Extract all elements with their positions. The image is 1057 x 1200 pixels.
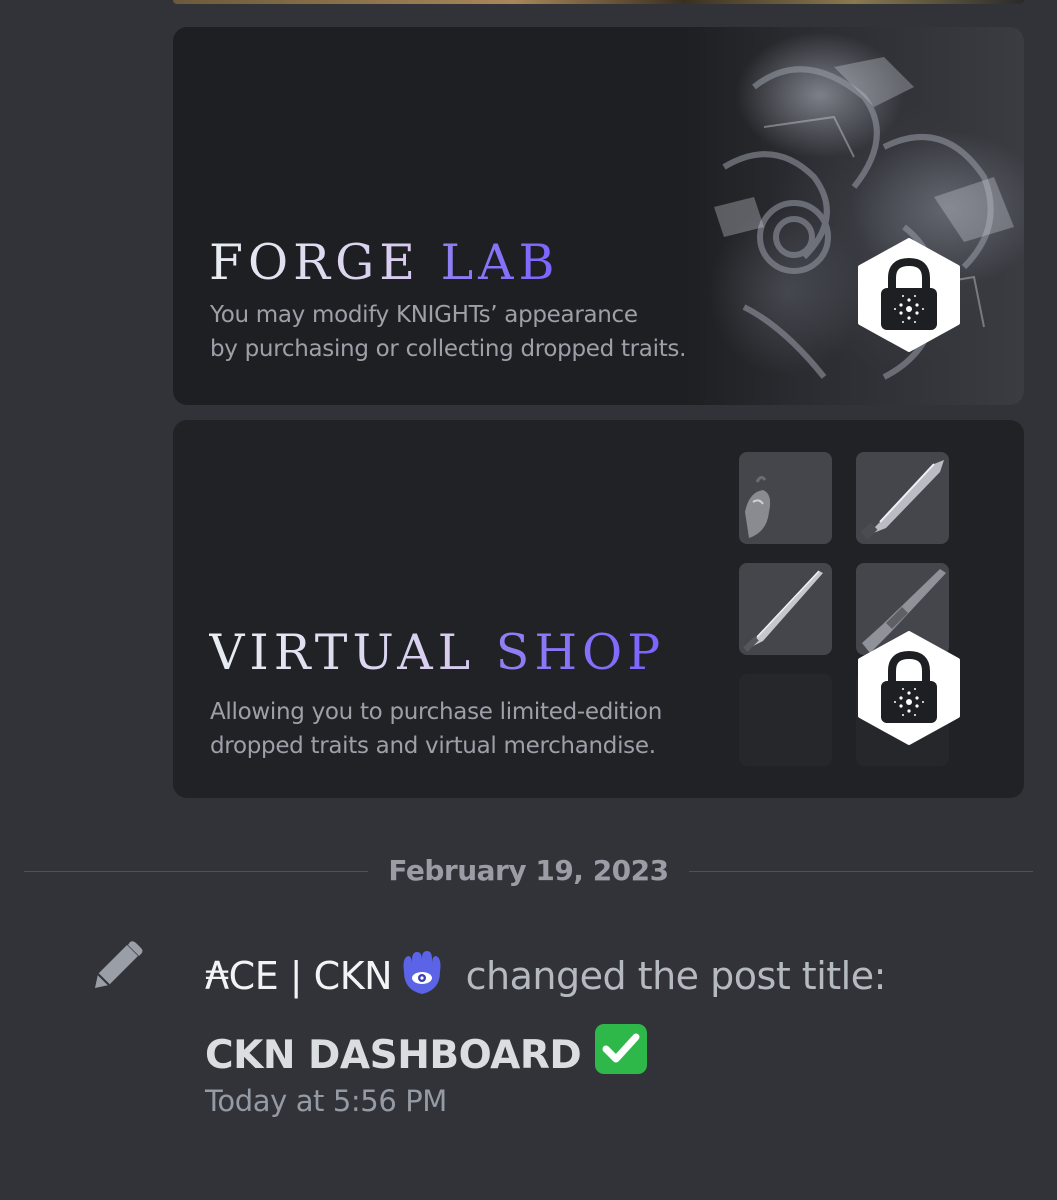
card-description-line2: dropped traits and virtual merchandise.: [210, 733, 656, 759]
virtual-shop-card[interactable]: VIRTUAL SHOP Allowing you to purchase li…: [173, 420, 1024, 798]
card-title-part2: LAB: [440, 234, 560, 291]
date-divider-line: [689, 871, 1033, 872]
trait-slot-helmet: [739, 452, 832, 544]
card-description-line1: You may modify KNIGHTs’ appearance: [210, 302, 638, 328]
card-description: You may modify KNIGHTs’ appearance by pur…: [210, 298, 686, 366]
hamsa-icon: [396, 950, 448, 1007]
card-title-part2: SHOP: [495, 624, 666, 681]
lock-icon: [857, 238, 961, 352]
new-post-title-text: CKN DASHBOARD: [205, 1033, 582, 1078]
knight-armor-artwork: [684, 27, 1024, 405]
previous-card-edge: [173, 0, 1024, 4]
date-divider: February 19, 2023: [388, 854, 669, 887]
trait-slot-empty: [739, 674, 832, 766]
trait-slot-sword: [739, 563, 832, 655]
username[interactable]: ₳CE | CKN: [205, 954, 393, 998]
trait-slot-blade: [856, 452, 949, 544]
card-description-line2: by purchasing or collecting dropped trai…: [210, 336, 687, 362]
new-post-title: CKN DASHBOARD: [205, 1022, 649, 1090]
date-divider-line: [24, 871, 368, 872]
card-title-part1: VIRTUAL: [209, 624, 476, 681]
card-title: VIRTUAL SHOP: [209, 628, 665, 677]
action-text: changed the post title:: [465, 954, 887, 998]
timestamp: Today at 5:56 PM: [205, 1084, 447, 1118]
check-mark-button-icon: [593, 1022, 649, 1090]
card-description: Allowing you to purchase limited-edition…: [210, 695, 662, 763]
forge-lab-card[interactable]: FORGE LAB You may modify KNIGHTs’ appear…: [173, 27, 1024, 405]
lock-icon: [857, 631, 961, 745]
card-title: FORGE LAB: [209, 238, 560, 287]
card-title-part1: FORGE: [209, 234, 420, 291]
card-description-line1: Allowing you to purchase limited-edition: [210, 699, 662, 725]
pencil-icon: [91, 940, 145, 992]
system-message-text: ₳CE | CKN changed the post title:: [205, 950, 886, 1007]
